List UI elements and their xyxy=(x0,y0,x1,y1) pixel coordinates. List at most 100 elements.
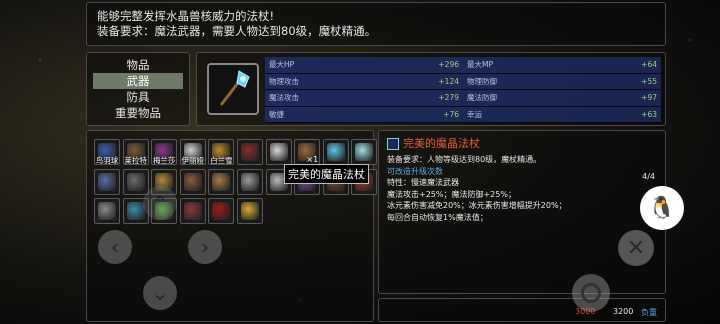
confirm-button[interactable] xyxy=(572,274,610,312)
inventory-slot[interactable] xyxy=(265,139,292,165)
inventory-slot[interactable]: 鸟羽球 xyxy=(94,139,120,165)
inventory-slot[interactable] xyxy=(94,198,120,224)
inventory-slot-count: ×1 xyxy=(306,155,319,164)
item-stats-panel: 最大HP +296 最大MP +64 物理攻击 +124 物理防御 +55 魔法攻击 +2… xyxy=(196,52,666,126)
stat-value: +76 xyxy=(443,109,459,119)
detail-requirement: 装备要求：人物等级达到80级，魔杖精通。 xyxy=(387,155,542,164)
stat-value: +124 xyxy=(438,76,459,86)
qq-float-button[interactable]: 🐧 xyxy=(640,186,684,230)
inventory-slot[interactable]: 白兰雪 xyxy=(208,139,235,165)
nav-left-button[interactable]: ‹ xyxy=(98,230,132,264)
category-item-weapons[interactable]: 武器 xyxy=(93,73,183,89)
detail-title: 完美的魔晶法杖 xyxy=(403,137,480,151)
category-item-armor[interactable]: 防具 xyxy=(93,89,183,105)
stat-row: 物理攻击 +124 物理防御 +55 xyxy=(265,73,661,90)
stat-value: +63 xyxy=(641,109,657,119)
stat-name: 最大MP xyxy=(467,60,493,70)
sword-icon xyxy=(269,143,288,161)
inventory-slot[interactable] xyxy=(208,168,235,195)
stat-name: 物理攻击 xyxy=(269,76,299,86)
money-value: 3200 xyxy=(613,307,634,316)
inventory-slot[interactable]: 伊丽娅 xyxy=(179,139,206,165)
inventory-slot[interactable] xyxy=(237,168,263,195)
inventory-slot[interactable] xyxy=(351,139,378,165)
crystal-staff-icon xyxy=(326,143,345,161)
stat-name: 魔法攻击 xyxy=(269,93,299,103)
circle-icon xyxy=(581,283,601,303)
inventory-slot[interactable] xyxy=(322,139,349,165)
upgrade-count: 4/4 xyxy=(642,172,655,181)
stat-grid: 最大HP +296 最大MP +64 物理攻击 +124 物理防御 +55 魔法攻击 +2… xyxy=(265,57,661,123)
nav-down-button[interactable]: ⌄ xyxy=(143,276,177,310)
nav-up-button[interactable]: ⌃ xyxy=(143,186,177,220)
stat-name: 最大HP xyxy=(269,60,295,70)
crossbow-icon xyxy=(183,172,202,191)
inventory-slot[interactable] xyxy=(237,139,263,165)
inventory-slot[interactable] xyxy=(94,168,120,195)
inventory-slot[interactable] xyxy=(208,198,235,224)
inventory-slot[interactable] xyxy=(122,168,149,195)
stat-value: +64 xyxy=(641,60,657,70)
inventory-slot-label: 鸟羽球 xyxy=(95,156,119,165)
stat-value: +55 xyxy=(641,76,657,86)
close-icon: ✕ xyxy=(626,235,646,261)
pick-icon xyxy=(126,202,145,220)
bow-icon xyxy=(98,172,116,191)
staff-icon xyxy=(212,172,231,191)
scythe-icon xyxy=(98,202,116,220)
stat-name: 魔法防御 xyxy=(467,93,497,103)
stat-row: 最大HP +296 最大MP +64 xyxy=(265,57,661,74)
stat-name: 物理防御 xyxy=(467,76,497,86)
selected-item-icon xyxy=(207,63,259,115)
description-line-1: 能够完整发挥水晶兽核威力的法杖! xyxy=(97,9,275,23)
stat-value: +97 xyxy=(641,93,657,103)
detail-effect-3: 每回合自动恢复1%魔法值； xyxy=(387,212,488,222)
close-button[interactable]: ✕ xyxy=(618,230,654,266)
category-item-goods[interactable]: 物品 xyxy=(93,57,183,73)
footer-bar: 3000 3200 负重 xyxy=(378,298,666,322)
chevron-down-icon: ⌄ xyxy=(151,281,169,305)
item-detail-panel: 完美的魔晶法杖 装备要求：人物等级达到80级，魔杖精通。 可改造升级次数 特性：… xyxy=(378,130,666,294)
inventory-grid: 鸟羽球 莱拉特 梅兰莎 伊丽娅 白兰雪 ×1 xyxy=(86,130,378,322)
scythe-icon xyxy=(126,172,145,191)
red-blade-icon xyxy=(212,202,231,220)
detail-effect-2: 冰元素伤害减免20%；冰元素伤害增幅提升20%； xyxy=(387,201,567,210)
book-icon xyxy=(241,143,259,161)
golden-helm-icon xyxy=(241,202,259,220)
stat-value: +279 xyxy=(438,93,459,103)
inventory-slot-label: 梅兰莎 xyxy=(152,156,176,165)
hammer-icon xyxy=(183,202,202,220)
inventory-slot[interactable] xyxy=(179,168,206,195)
detail-title-row: 完美的魔晶法杖 xyxy=(387,137,657,151)
chevron-right-icon: › xyxy=(200,235,210,259)
stat-row: 敏捷 +76 幸运 +63 xyxy=(265,106,661,123)
stat-name: 幸运 xyxy=(467,109,482,119)
stat-name: 敏捷 xyxy=(269,109,284,119)
detail-trait: 特性：慢速魔法武器 xyxy=(387,178,459,187)
inventory-slot-label: 莱拉特 xyxy=(124,156,147,165)
weight-label: 负重 xyxy=(641,308,657,317)
stat-row: 魔法攻击 +279 魔法防御 +97 xyxy=(265,90,661,107)
detail-upgrade: 可改造升级次数 xyxy=(387,166,443,176)
crystal-staff-icon xyxy=(387,138,399,150)
chevron-left-icon: ‹ xyxy=(110,235,120,259)
stat-value: +296 xyxy=(438,60,459,70)
penguin-icon: 🐧 xyxy=(648,195,676,221)
description-line-2: 装备要求：魔法武器，需要人物达到80级，魔杖精通。 xyxy=(97,24,377,38)
inventory-slot[interactable] xyxy=(237,198,263,224)
inventory-slot[interactable]: 莱拉特 xyxy=(122,139,149,165)
crystal-staff-icon xyxy=(219,70,250,106)
category-item-key-items[interactable]: 重要物品 xyxy=(93,105,183,121)
inventory-slot[interactable] xyxy=(179,198,206,224)
inventory-slot-label: 白兰雪 xyxy=(210,156,233,165)
category-menu: 物品 武器 防具 重要物品 xyxy=(86,52,190,126)
axe-icon xyxy=(241,172,259,191)
chevron-up-icon: ⌃ xyxy=(151,191,169,215)
item-description-panel: 能够完整发挥水晶兽核威力的法杖! 装备要求：魔法武器，需要人物达到80级，魔杖精… xyxy=(86,2,666,46)
detail-effect-1: 魔法攻击+25%；魔法防御+25%； xyxy=(387,189,516,199)
ice-sword-icon xyxy=(355,143,374,161)
inventory-slot-label: 伊丽娅 xyxy=(181,156,205,165)
inventory-slot[interactable]: 梅兰莎 xyxy=(151,139,178,165)
inventory-slot[interactable]: ×1 xyxy=(294,139,321,165)
nav-right-button[interactable]: › xyxy=(188,230,222,264)
